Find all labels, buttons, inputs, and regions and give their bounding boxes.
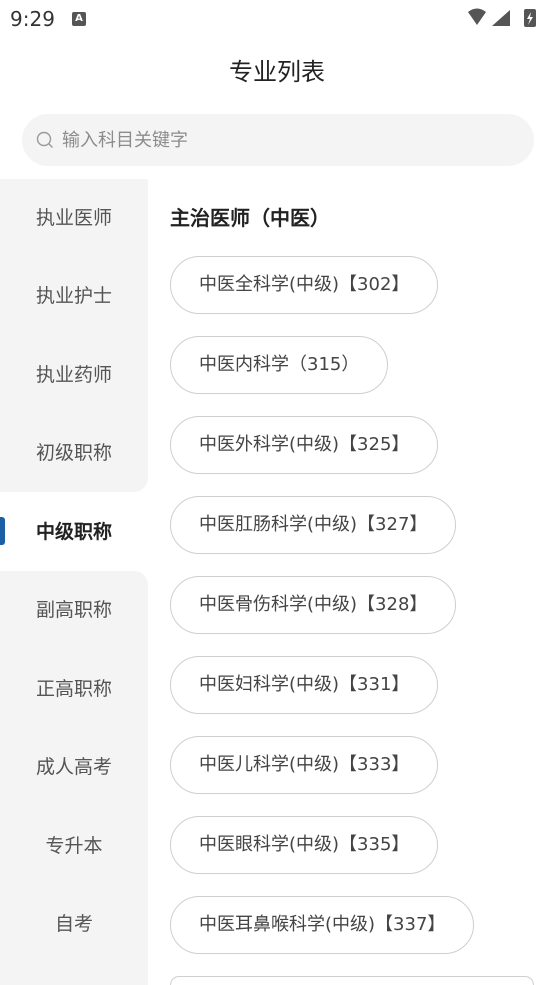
subject-chip[interactable]: 中医全科学(中级)【302】 <box>170 256 439 314</box>
sidebar-item-chuji-zhicheng[interactable]: 初级职称 <box>0 414 148 492</box>
status-icons <box>468 8 536 27</box>
subject-chip[interactable]: 中医肛肠科学(中级)【327】 <box>170 496 457 554</box>
subject-chip[interactable]: 中医外科学(中级)【325】 <box>170 416 439 474</box>
sidebar-item-zhenggao-zhicheng[interactable]: 正高职称 <box>0 650 148 728</box>
page-title: 专业列表 <box>229 58 325 86</box>
search-icon <box>36 131 53 148</box>
sidebar-item-zhiye-yishi[interactable]: 执业医师 <box>0 179 148 257</box>
subject-chip-partial[interactable] <box>170 976 534 985</box>
notification-icon: A <box>72 12 86 26</box>
sidebar-item-fugao-zhicheng[interactable]: 副高职称 <box>0 571 148 649</box>
status-time: 9:29 <box>10 7 55 31</box>
search-input[interactable] <box>62 114 522 166</box>
sidebar-item-chengren-gaokao[interactable]: 成人高考 <box>0 728 148 806</box>
search-bar[interactable] <box>22 114 534 166</box>
signal-icon <box>492 10 510 26</box>
sidebar-item-zikao[interactable]: 自考 <box>0 885 148 963</box>
sidebar-item-zhiye-yaoshi[interactable]: 执业药师 <box>0 336 148 414</box>
subject-chip[interactable]: 中医内科学（315） <box>170 336 389 394</box>
sidebar-item-zhuanshengben[interactable]: 专升本 <box>0 807 148 885</box>
subject-chip[interactable]: 中医眼科学(中级)【335】 <box>170 816 439 874</box>
section-title: 主治医师（中医） <box>170 206 330 230</box>
wifi-icon <box>468 8 486 25</box>
subject-chip[interactable]: 中医儿科学(中级)【333】 <box>170 736 439 794</box>
category-sidebar: 执业医师 执业护士 执业药师 初级职称 中级职称 副高职称 正高职称 成人高考 … <box>0 179 148 985</box>
subject-chip[interactable]: 中医耳鼻喉科学(中级)【337】 <box>170 896 475 954</box>
subject-chip[interactable]: 中医妇科学(中级)【331】 <box>170 656 439 714</box>
sidebar-item-zhiye-hushi[interactable]: 执业护士 <box>0 257 148 335</box>
sidebar-item-zhongji-zhicheng[interactable]: 中级职称 <box>0 493 148 571</box>
status-bar: 9:29 A <box>0 0 554 38</box>
subject-chip[interactable]: 中医骨伤科学(中级)【328】 <box>170 576 457 634</box>
